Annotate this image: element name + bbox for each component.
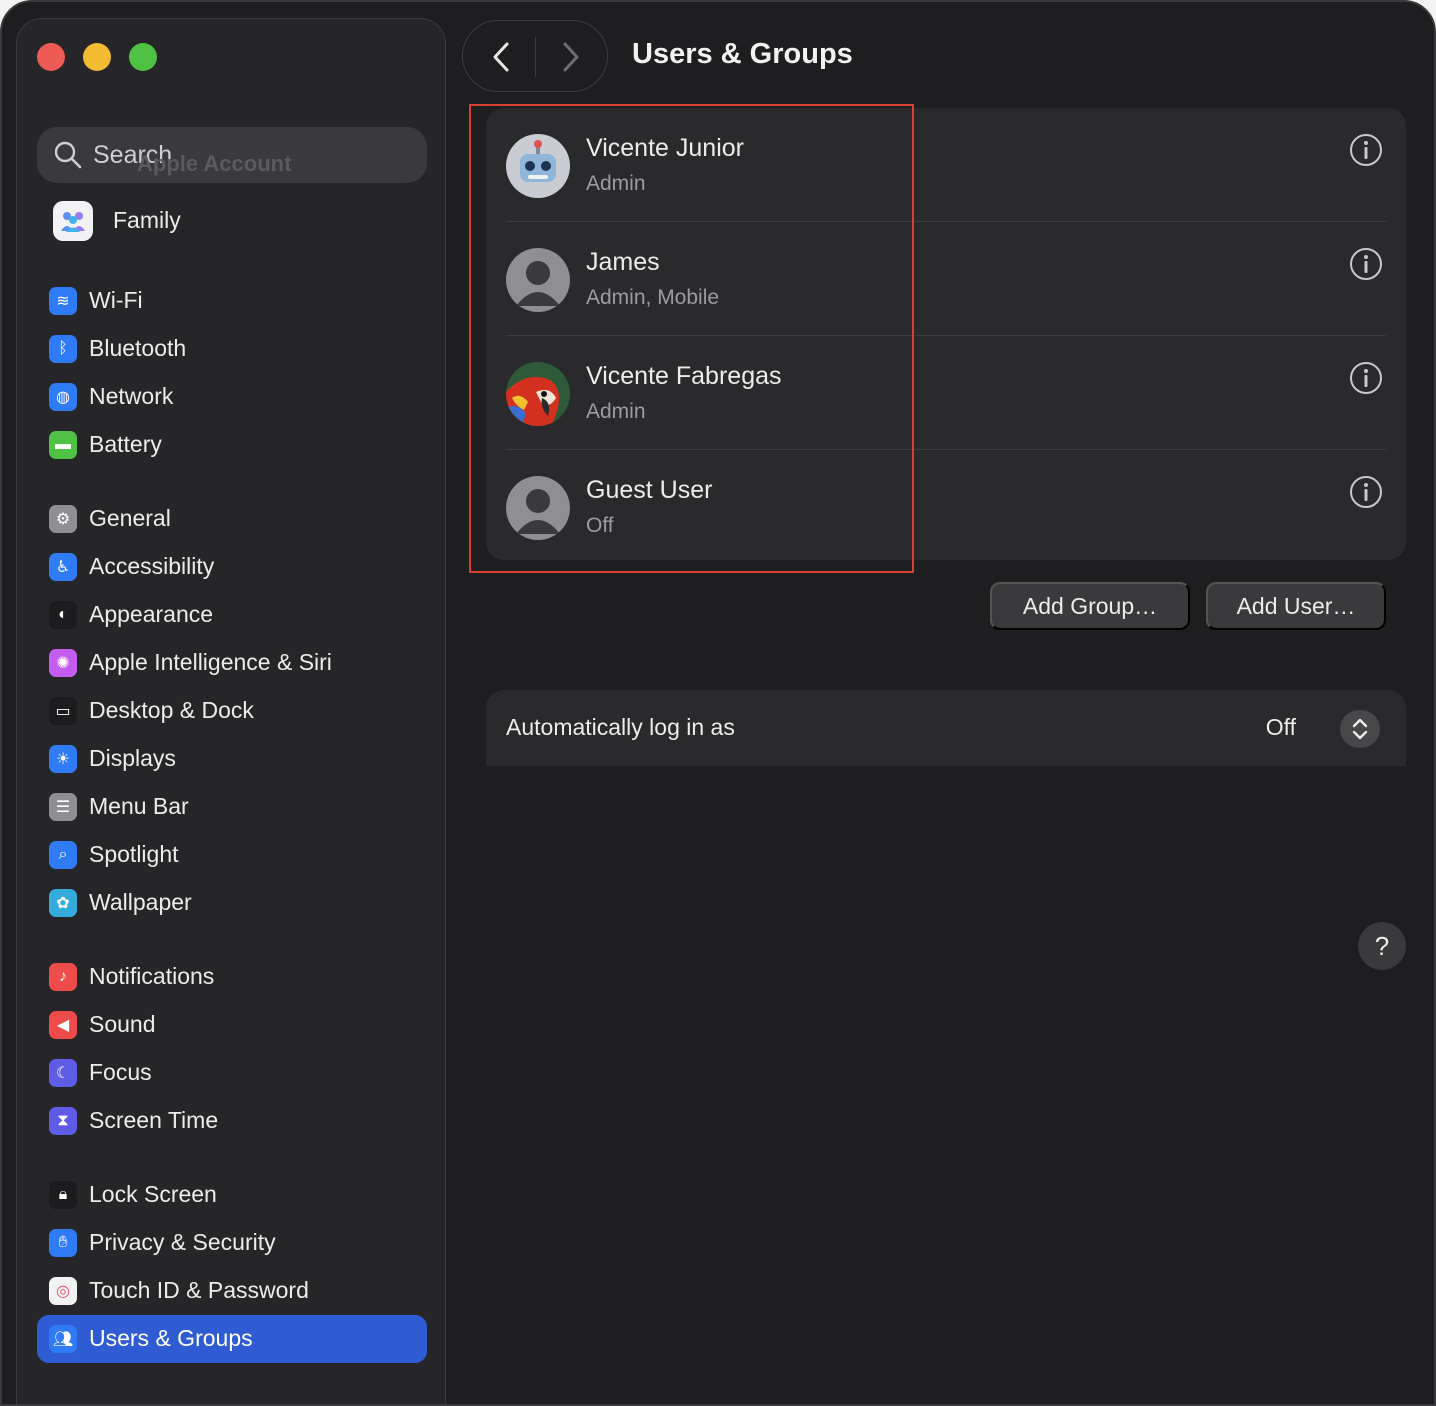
sidebar-item-displays[interactable]: ☀ Displays xyxy=(37,735,427,783)
info-icon[interactable] xyxy=(1348,246,1384,282)
sidebar-item-label: Screen Time xyxy=(89,1107,219,1133)
speaker-icon: ◀ xyxy=(49,1011,77,1039)
sidebar-item-spotlight[interactable]: ⌕ Spotlight xyxy=(37,831,427,879)
sidebar-item-label: Family xyxy=(113,207,181,233)
bluetooth-icon: ᛒ xyxy=(49,335,77,363)
help-button[interactable]: ? xyxy=(1358,922,1406,970)
sidebar-item-battery[interactable]: ▬ Battery xyxy=(37,421,427,469)
sidebar-item-label: Bluetooth xyxy=(89,335,187,361)
forward-button[interactable] xyxy=(551,37,591,77)
sidebar-item-bluetooth[interactable]: ᛒ Bluetooth xyxy=(37,325,427,373)
page-title: Users & Groups xyxy=(632,38,853,70)
info-icon[interactable] xyxy=(1348,132,1384,168)
autologin-row: Automatically log in as Off xyxy=(486,690,1406,766)
hand-icon: ✋︎ xyxy=(49,1229,77,1257)
chevron-updown-icon xyxy=(1352,718,1368,740)
add-user-button[interactable]: Add User… xyxy=(1206,582,1386,630)
minimize-button[interactable] xyxy=(83,43,111,71)
sidebar-item-menu-bar[interactable]: ☰ Menu Bar xyxy=(37,783,427,831)
sidebar-item-label: Accessibility xyxy=(89,553,215,579)
siri-icon: ✺ xyxy=(49,649,77,677)
sidebar-item-users-groups[interactable]: 👥︎ Users & Groups xyxy=(37,1315,427,1363)
window-controls xyxy=(37,43,157,71)
users-icon: 👥︎ xyxy=(49,1325,77,1353)
autologin-stepper[interactable] xyxy=(1340,710,1380,748)
sidebar-item-label: Spotlight xyxy=(89,841,179,867)
search-icon xyxy=(54,141,82,169)
sidebar-item-wallpaper[interactable]: ✿ Wallpaper xyxy=(37,879,427,927)
sidebar-item-privacy-security[interactable]: ✋︎ Privacy & Security xyxy=(37,1219,427,1267)
accessibility-icon: ♿ xyxy=(49,553,77,581)
sidebar-item-notifications[interactable]: ♪ Notifications xyxy=(37,953,427,1001)
sidebar-item-lock-screen[interactable]: 🔒︎ Lock Screen xyxy=(37,1171,427,1219)
moon-icon: ☾ xyxy=(49,1059,77,1087)
sidebar-item-appearance[interactable]: ◐ Appearance xyxy=(37,591,427,639)
fingerprint-icon: ◎ xyxy=(49,1277,77,1305)
sidebar-item-focus[interactable]: ☾ Focus xyxy=(37,1049,427,1097)
sidebar-item-touch-id-password[interactable]: ◎ Touch ID & Password xyxy=(37,1267,427,1315)
autologin-label: Automatically log in as xyxy=(506,714,735,740)
close-button[interactable] xyxy=(37,43,65,71)
info-icon[interactable] xyxy=(1348,474,1384,510)
sidebar-item-label: Users & Groups xyxy=(89,1325,253,1351)
sidebar-item-label: Apple Intelligence & Siri xyxy=(89,649,332,675)
bell-icon: ♪ xyxy=(49,963,77,991)
back-button[interactable] xyxy=(481,37,521,77)
chevron-right-icon xyxy=(563,42,579,72)
gear-icon: ⚙ xyxy=(49,505,77,533)
sidebar-item-family[interactable]: Family xyxy=(37,197,427,245)
sidebar-item-wi-fi[interactable]: ≋ Wi-Fi xyxy=(37,277,427,325)
sidebar-item-screen-time[interactable]: ⧗ Screen Time xyxy=(37,1097,427,1145)
sidebar-item-label: Sound xyxy=(89,1011,156,1037)
lock-icon: 🔒︎ xyxy=(49,1181,77,1209)
globe-icon: ◍ xyxy=(49,383,77,411)
sidebar-item-sound[interactable]: ◀ Sound xyxy=(37,1001,427,1049)
apple-account-ghost: Apple Account xyxy=(137,151,292,176)
sidebar-item-label: Battery xyxy=(89,431,162,457)
zoom-button[interactable] xyxy=(129,43,157,71)
magnifier-icon: ⌕ xyxy=(49,841,77,869)
sidebar-item-label: Privacy & Security xyxy=(89,1229,276,1255)
sidebar-item-label: Desktop & Dock xyxy=(89,697,254,723)
appearance-icon: ◐ xyxy=(49,601,77,629)
highlight-annotation xyxy=(469,104,914,573)
sidebar-item-label: Touch ID & Password xyxy=(89,1277,309,1303)
sun-icon: ☀ xyxy=(49,745,77,773)
sidebar-item-network[interactable]: ◍ Network xyxy=(37,373,427,421)
sidebar-item-label: Lock Screen xyxy=(89,1181,217,1207)
wifi-icon: ≋ xyxy=(49,287,77,315)
sidebar-item-label: Wi-Fi xyxy=(89,287,143,313)
sidebar-item-label: Menu Bar xyxy=(89,793,189,819)
sidebar-item-label: Displays xyxy=(89,745,176,771)
family-icon xyxy=(53,201,93,241)
flower-icon: ✿ xyxy=(49,889,77,917)
sidebar: Apple Account Family ≋ Wi-Fi ᛒ Bluetooth ◍ Ne… xyxy=(16,18,446,1404)
info-icon[interactable] xyxy=(1348,360,1384,396)
sidebar-item-label: Notifications xyxy=(89,963,215,989)
dock-icon: ▭ xyxy=(49,697,77,725)
sidebar-item-label: Appearance xyxy=(89,601,214,627)
sidebar-item-label: General xyxy=(89,505,171,531)
sidebar-item-general[interactable]: ⚙ General xyxy=(37,495,427,543)
sidebar-item-accessibility[interactable]: ♿ Accessibility xyxy=(37,543,427,591)
battery-icon: ▬ xyxy=(49,431,77,459)
add-group-button[interactable]: Add Group… xyxy=(990,582,1190,630)
sidebar-item-label: Wallpaper xyxy=(89,889,192,915)
divider xyxy=(535,37,536,77)
sidebar-item-desktop-dock[interactable]: ▭ Desktop & Dock xyxy=(37,687,427,735)
autologin-select[interactable]: Off xyxy=(1266,714,1296,741)
menubar-icon: ☰ xyxy=(49,793,77,821)
settings-window: Apple Account Family ≋ Wi-Fi ᛒ Bluetooth ◍ Ne… xyxy=(0,0,1436,1406)
sidebar-item-label: Focus xyxy=(89,1059,152,1085)
chevron-left-icon xyxy=(493,42,509,72)
hourglass-icon: ⧗ xyxy=(49,1107,77,1135)
sidebar-item-label: Network xyxy=(89,383,174,409)
sidebar-item-apple-intelligence-siri[interactable]: ✺ Apple Intelligence & Siri xyxy=(37,639,427,687)
history-navigation xyxy=(462,20,608,92)
